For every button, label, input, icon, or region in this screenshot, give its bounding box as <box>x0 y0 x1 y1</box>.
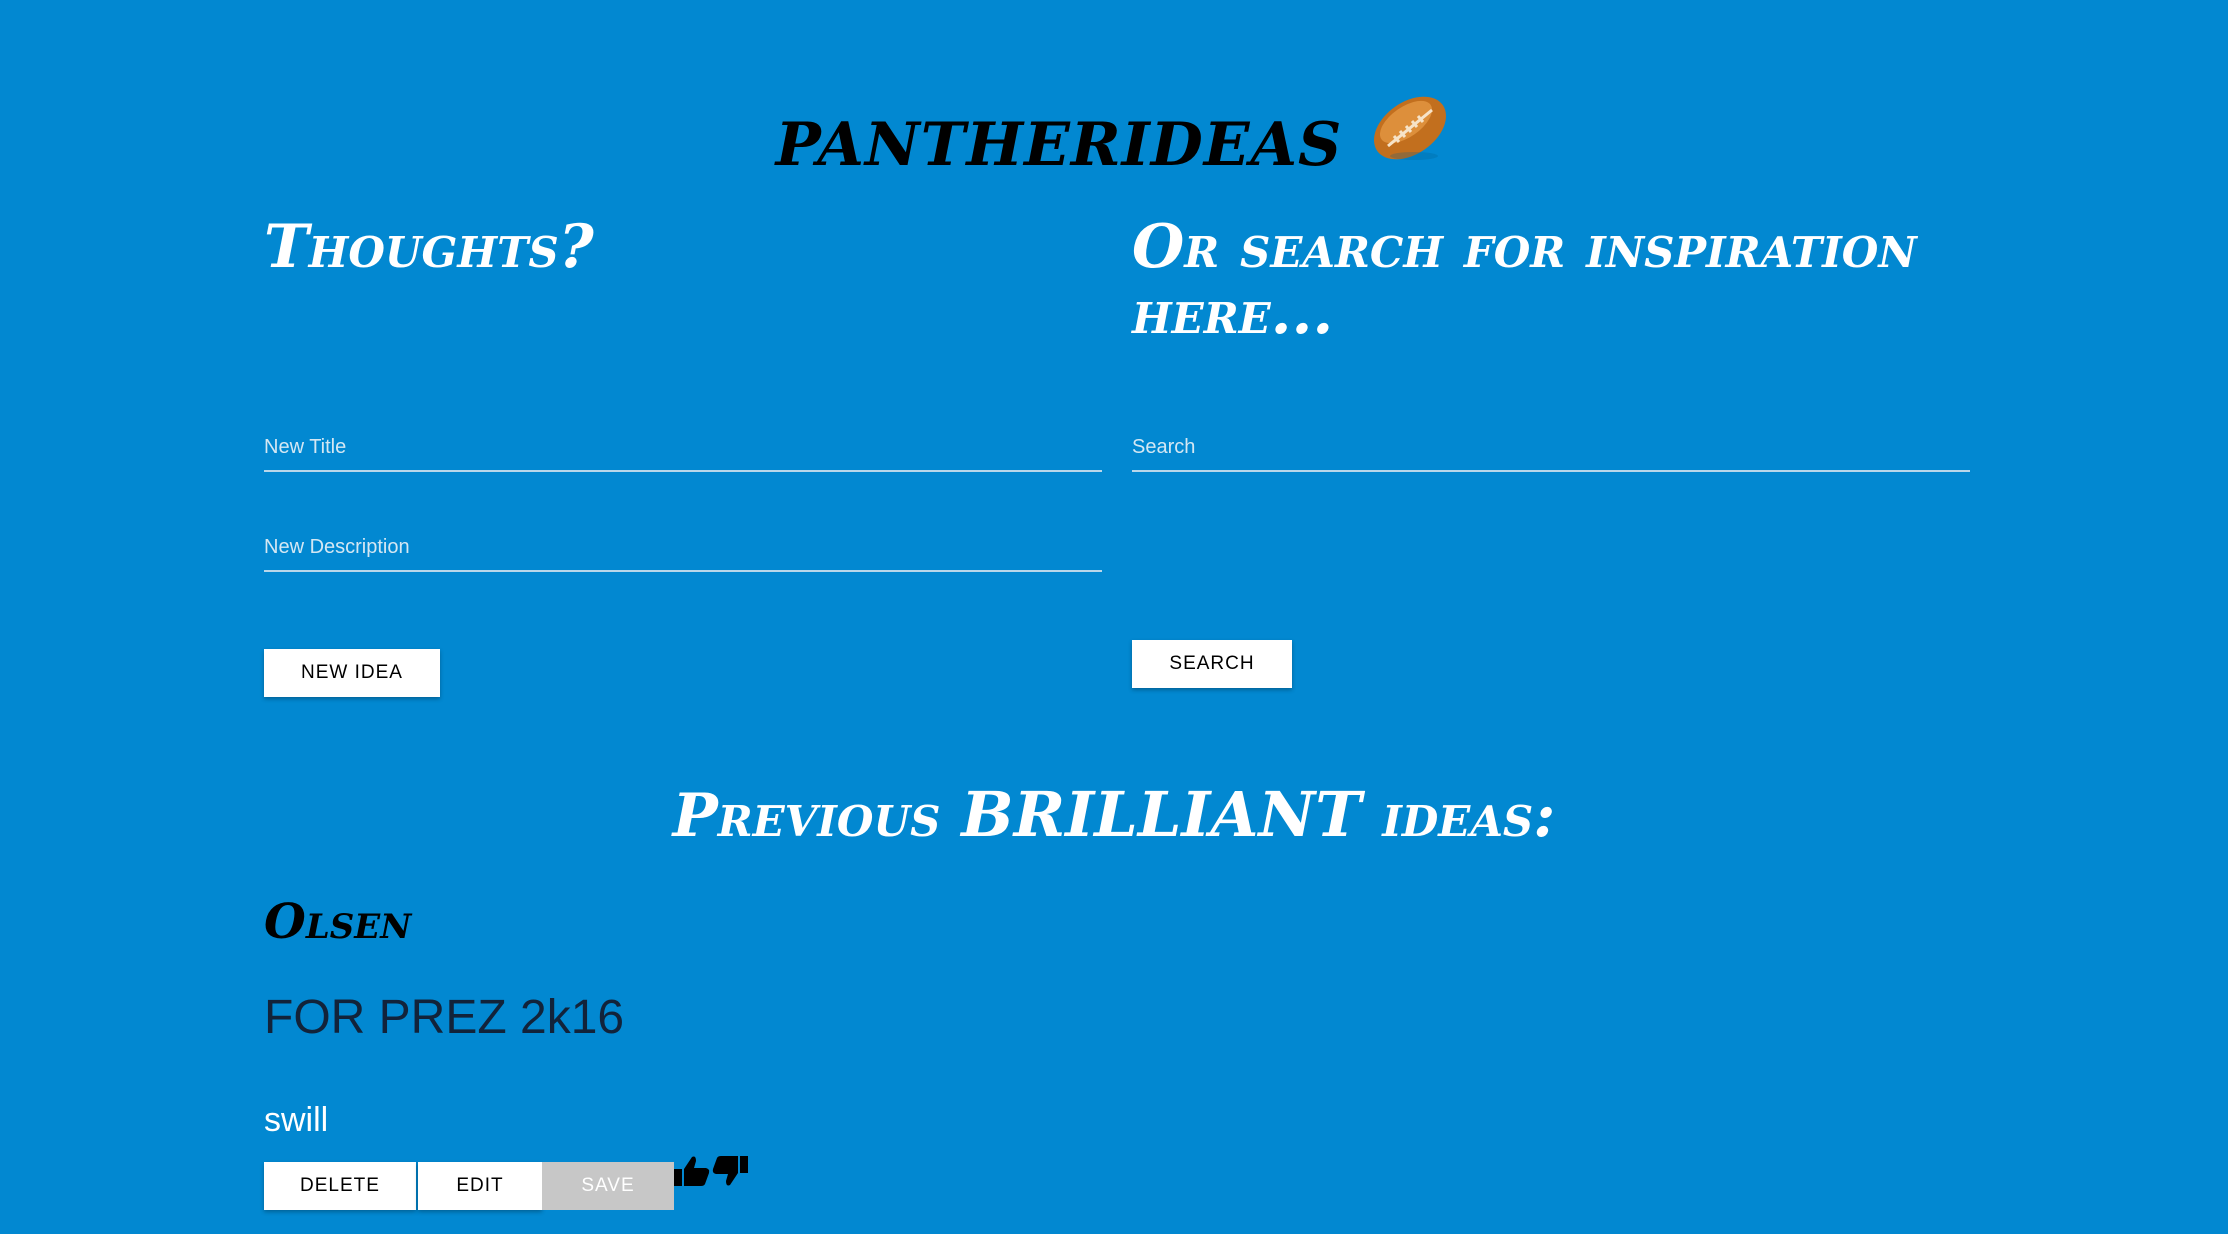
idea-body[interactable]: FOR PREZ 2k16 <box>264 990 624 1046</box>
delete-button[interactable]: DELETE <box>264 1162 416 1210</box>
app-title-text: pantherIDEAS <box>775 84 1343 186</box>
search-heading: Or search for inspiration here... <box>1132 212 1917 348</box>
save-button[interactable]: SAVE <box>542 1162 674 1210</box>
idea-title[interactable]: Olsen <box>264 894 411 950</box>
previous-ideas-heading: Previous BRILLIANT ideas: <box>0 778 2228 852</box>
football-icon <box>1368 86 1452 187</box>
idea-quality: swill <box>264 1101 329 1139</box>
idea-card: Olsen FOR PREZ 2k16 swill DELETE EDIT SA… <box>264 880 1164 1234</box>
previous-heading-tail: ideas: <box>1382 781 1556 851</box>
thumbs-up-icon[interactable] <box>672 1152 712 1192</box>
new-title-input[interactable] <box>264 414 1102 470</box>
new-description-input[interactable] <box>264 514 1102 570</box>
edit-button[interactable]: EDIT <box>418 1162 542 1210</box>
previous-heading-lead: Previous <box>672 781 941 851</box>
new-description-field <box>264 514 1102 572</box>
new-title-field <box>264 414 1102 472</box>
app-title: pantherIDEAS <box>0 84 2228 193</box>
thoughts-heading: Thoughts? <box>264 212 594 282</box>
previous-heading-emphasis: BRILLIANT <box>961 778 1362 851</box>
search-button[interactable]: SEARCH <box>1132 640 1292 688</box>
new-idea-button[interactable]: NEW IDEA <box>264 649 440 697</box>
thumbs-down-icon[interactable] <box>710 1152 750 1192</box>
search-input[interactable] <box>1132 414 1970 470</box>
search-field <box>1132 414 1970 472</box>
